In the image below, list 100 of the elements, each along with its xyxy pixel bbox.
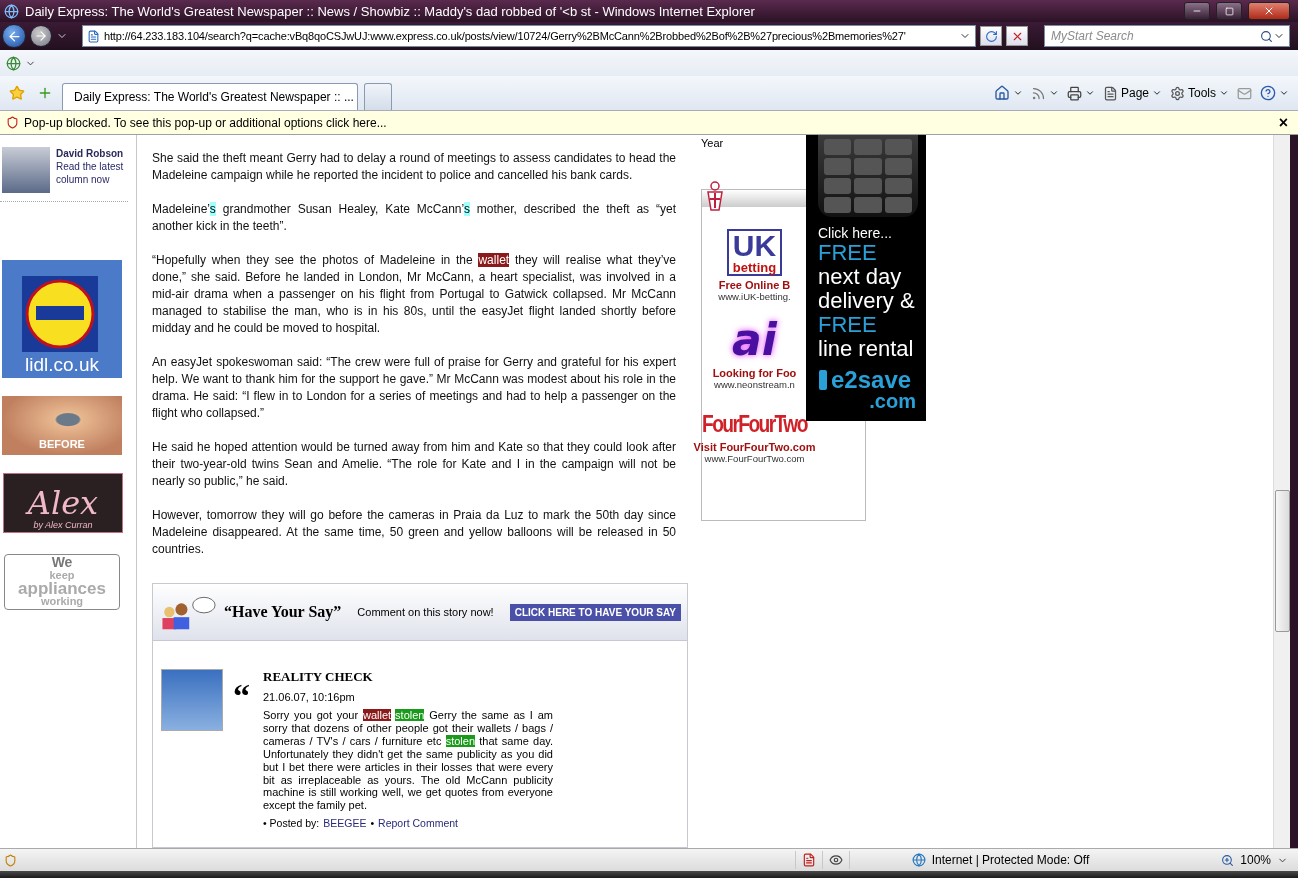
close-button[interactable]: × <box>1274 113 1292 132</box>
refresh-icon <box>984 29 998 43</box>
sponsor-url: www.neonstream.n <box>714 379 795 390</box>
menu-button[interactable]: Page <box>1099 81 1165 105</box>
ad-text: lidl.co.uk <box>25 354 99 377</box>
info-bar[interactable]: Pop-up blocked. To see this pop-up or additional options click here... × <box>0 111 1298 135</box>
logo-icon <box>22 276 98 352</box>
lidl-ad[interactable]: lidl.co.uk <box>2 260 122 378</box>
article-paragraph: Madeleine’s grandmother Susan Healey, Kate McCann’s mother, described the theft as “yet another kick in the teeth”. <box>152 201 676 235</box>
forward-icon <box>34 29 48 43</box>
article-paragraph: He said he hoped attention would be turned away from him and Kate so that they could look after their two-year-old twins Sean and Amelie. “The role for Kate and I in the campaign will not be nearly so public,” he said. <box>152 439 676 490</box>
zoom-level[interactable]: 100% <box>1240 853 1271 867</box>
back-icon <box>6 28 22 44</box>
search-highlight: wallet <box>362 709 392 721</box>
back-button[interactable] <box>2 24 26 48</box>
minimize-button[interactable] <box>1184 2 1210 20</box>
photo-placeholder <box>2 147 50 193</box>
maximize-icon <box>1224 6 1234 16</box>
stop-button[interactable] <box>1006 26 1028 46</box>
printer-icon <box>1066 85 1082 101</box>
caption-text: Year <box>701 137 725 149</box>
phone-ad[interactable]: Click here... FREE next day delivery & FREE line rental e2save .com <box>806 135 926 421</box>
window-title: Daily Express: The World's Greatest Newspaper :: News / Showbiz :: Maddy's dad robbed of '<b st - Windows Internet Explorer <box>25 3 756 19</box>
ad-text: line rental <box>818 337 915 361</box>
search-icon <box>1260 29 1273 43</box>
maximize-button[interactable] <box>1216 2 1242 20</box>
star-icon <box>9 85 25 101</box>
shield-icon[interactable] <box>4 853 17 867</box>
caret-icon <box>1084 88 1095 98</box>
posted-label: • Posted by: <box>263 817 320 830</box>
article-paragraph: However, tomorrow they will go before the cameras in Praia da Luz to mark the 50th day since Madeleine disappeared. At the same time, 50 green and yellow balloons will be released in 50 countries. <box>152 507 676 558</box>
caret-icon <box>1012 88 1023 98</box>
mail-icon <box>1237 85 1252 101</box>
neon-logo: ai <box>732 316 777 364</box>
caret-icon <box>1279 88 1289 98</box>
forward-button[interactable] <box>30 25 52 47</box>
appliances-ad[interactable]: We keep appliances working <box>4 554 120 610</box>
home-icon <box>993 85 1010 101</box>
add-icon <box>37 85 53 101</box>
column-link[interactable]: Read the latest column now <box>56 160 128 186</box>
have-your-say-button[interactable]: CLICK HERE TO HAVE YOUR SAY <box>509 603 681 621</box>
page-icon <box>87 29 100 43</box>
author-name[interactable]: David Robson <box>56 147 128 160</box>
comment-prompt: Comment on this story now! <box>357 606 494 618</box>
ad-text: BEFORE <box>39 438 85 452</box>
caret-icon <box>1152 88 1162 98</box>
article-paragraph: She said the theft meant Gerry had to delay a round of meetings to assess candidates to head the Madeleine campaign while he reported the incident to police and cancelled his bank cards. <box>152 150 676 184</box>
sponsor-url: www.FourFourTwo.com <box>704 453 805 464</box>
section-heading: “Have Your Say” <box>224 603 342 621</box>
comment-title: REALITY CHECK <box>263 669 374 685</box>
separator: • <box>370 817 375 830</box>
ad-text: delivery & <box>818 289 916 313</box>
ad-text: next day <box>818 265 903 289</box>
caret-icon <box>1048 88 1059 98</box>
ad-text: appliances <box>18 582 106 595</box>
privacy-icon[interactable] <box>828 853 843 867</box>
ad-text: FREE <box>818 241 878 265</box>
refresh-button[interactable] <box>980 26 1002 46</box>
page-icon <box>1102 85 1118 101</box>
menu-label: Page <box>1120 86 1149 100</box>
caret-icon <box>1219 88 1229 98</box>
blocked-icon <box>6 116 19 129</box>
help-icon <box>1260 85 1276 101</box>
alex-ad[interactable]: Alex by Alex Curran <box>3 473 123 533</box>
toolbar-icon[interactable] <box>6 55 21 71</box>
address-field[interactable]: http://64.233.183.104/search?q=cache:vBq8qoCSJwUJ:www.express.co.uk/posts/view/10724/Gerry%2BMcCann%2Brobbed%2Bof%2B%27precious%2Bmemories%27' <box>82 25 976 47</box>
sponsor-link[interactable]: Looking for Foo <box>712 367 797 379</box>
zoom-icon <box>1221 853 1235 867</box>
search-highlight: s <box>463 202 470 216</box>
ad-byline: by Alex Curran <box>33 520 93 532</box>
security-zone: Internet | Protected Mode: Off <box>931 853 1090 867</box>
quote-mark: “ <box>232 676 251 716</box>
globe-icon <box>911 853 926 867</box>
ad-text: FREE <box>818 313 877 337</box>
settings-icon <box>1170 85 1185 101</box>
scroll-thumb[interactable] <box>1274 490 1290 632</box>
scrollbar[interactable] <box>1273 135 1290 848</box>
report-link[interactable]: Report Comment <box>378 817 459 830</box>
brand-domain: .com <box>869 391 916 411</box>
search-highlight: s <box>209 202 216 216</box>
info-message: Pop-up blocked. To see this pop-up or additional options click here... <box>24 115 388 130</box>
ad-text: keep <box>49 569 75 582</box>
menu-button[interactable]: Tools <box>1167 81 1232 105</box>
sponsor-url: www.iUK-betting. <box>718 291 791 302</box>
article-paragraph: “Hopefully when they see the photos of Madeleine in the wallet they will realise what they’ve done,” she said. Before he landed in London, Mr McCann, a heart specialist, was involved in a mid-air drama when a passenger on his flight from Portugal to Gatwick collapsed. Mr McCann managed to stabilise the man, who is in his 80s, until the easyJet flight landed shortly before midday and he could be moved to hospital. <box>152 252 676 337</box>
sponsor-link[interactable]: Free Online B <box>718 279 791 291</box>
blocked-page-icon[interactable] <box>801 853 816 867</box>
close-button[interactable] <box>1248 2 1290 20</box>
search-bar[interactable]: MyStart Search <box>1044 25 1290 47</box>
ad-text: We <box>51 556 73 569</box>
author-link[interactable]: BEEGEE <box>323 817 367 830</box>
ad-text: working <box>40 595 84 608</box>
sponsor-link[interactable]: Visit FourFourTwo.com <box>693 441 816 453</box>
new-tab[interactable] <box>364 83 392 110</box>
browser-icon <box>4 3 19 19</box>
browser-tab[interactable]: Daily Express: The World's Greatest Newspaper :: ... <box>62 83 358 110</box>
comment-text: Sorry you got your wallet stolen Gerry the same as I am sorry that dozens of other people got their wallets / bags / cameras / TV's / cars / furniture etc stolen that same day. Unfortunately they didn't get the same publicity as you did but I bet there were articles in their losses that were every bit as irreplaceable as yours. The old McCann publicity machine is still working well, we get quotes from everyone except the family pet. <box>263 709 553 813</box>
magazine-logo: FourFourTwo <box>702 410 807 438</box>
comment-date: 21.06.07, 10:16pm <box>263 691 356 703</box>
close-icon <box>1263 5 1275 17</box>
